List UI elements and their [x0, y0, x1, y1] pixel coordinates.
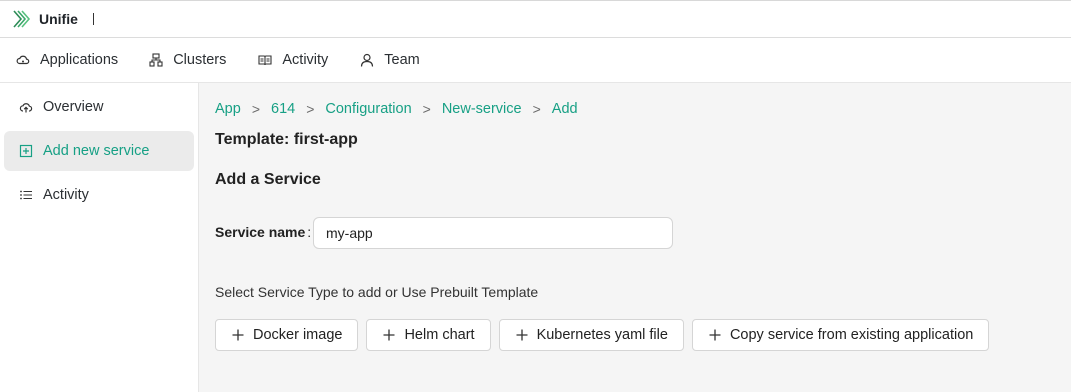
helm-chart-button[interactable]: Helm chart — [366, 319, 491, 351]
label-colon: : — [307, 224, 312, 240]
cluster-icon — [149, 53, 163, 67]
button-label: Helm chart — [404, 327, 475, 343]
template-title: Template: first-app — [215, 131, 358, 148]
user-icon — [360, 53, 374, 67]
button-label: Copy service from existing application — [729, 327, 974, 343]
text-cursor — [92, 13, 94, 25]
service-name-label-text: Service name — [215, 224, 306, 240]
breadcrumb-new-service[interactable]: New-service — [442, 101, 522, 117]
cloud-upload-icon — [19, 100, 33, 114]
copy-service-button[interactable]: Copy service from existing application — [691, 319, 990, 351]
kubernetes-yaml-button[interactable]: Kubernetes yaml file — [498, 319, 684, 351]
service-name-input[interactable] — [313, 217, 673, 249]
main-nav: Applications Clusters Activity Team — [0, 38, 1071, 83]
sidebar-item-label: Overview — [43, 99, 104, 115]
list-icon — [19, 188, 33, 202]
sidebar-item-label: Add new service — [43, 143, 150, 159]
plus-icon — [232, 329, 244, 341]
unifie-logo-icon[interactable] — [11, 9, 31, 29]
breadcrumb-configuration[interactable]: Configuration — [325, 101, 411, 117]
button-label: Kubernetes yaml file — [536, 327, 668, 343]
nav-item-team[interactable]: Team — [360, 38, 420, 82]
plus-icon — [516, 329, 528, 341]
chevron-right-icon: > — [251, 101, 260, 117]
breadcrumb-614[interactable]: 614 — [271, 101, 295, 117]
service-type-hint: Select Service Type to add or Use Prebui… — [215, 284, 539, 300]
nav-item-applications[interactable]: Applications — [16, 38, 118, 82]
plus-icon — [383, 329, 395, 341]
breadcrumb: App > 614 > Configuration > New-service … — [215, 101, 578, 117]
breadcrumb-app[interactable]: App — [215, 101, 241, 117]
service-type-buttons: Docker image Helm chart Kubernetes yaml … — [215, 319, 997, 351]
nav-item-label: Activity — [282, 52, 329, 68]
button-label: Docker image — [253, 327, 343, 343]
nav-item-label: Applications — [40, 52, 119, 68]
nav-item-label: Clusters — [173, 52, 227, 68]
docker-image-button[interactable]: Docker image — [215, 319, 359, 351]
chevron-right-icon: > — [532, 101, 541, 117]
chevron-right-icon: > — [422, 101, 431, 117]
nav-item-activity[interactable]: Activity — [258, 38, 328, 82]
plus-icon — [709, 329, 721, 341]
section-title: Add a Service — [215, 171, 321, 188]
sidebar-item-add-new-service[interactable]: Add new service — [4, 131, 194, 171]
app-name[interactable]: Unifie — [39, 11, 78, 27]
top-bar: Unifie — [0, 0, 1071, 38]
plus-square-icon — [19, 144, 33, 158]
nav-item-label: Team — [384, 52, 420, 68]
nav-item-clusters[interactable]: Clusters — [149, 38, 226, 82]
breadcrumb-add[interactable]: Add — [552, 101, 578, 117]
sidebar-item-activity[interactable]: Activity — [4, 175, 194, 215]
sidebar-item-overview[interactable]: Overview — [4, 87, 194, 127]
cloud-icon — [16, 53, 30, 67]
service-name-label: Service name: — [215, 224, 311, 240]
main-content: App > 614 > Configuration > New-service … — [199, 83, 1071, 392]
chevron-right-icon: > — [306, 101, 315, 117]
sidebar: Overview Add new service Activity — [0, 83, 199, 392]
book-icon — [258, 53, 272, 67]
sidebar-item-label: Activity — [43, 187, 89, 203]
